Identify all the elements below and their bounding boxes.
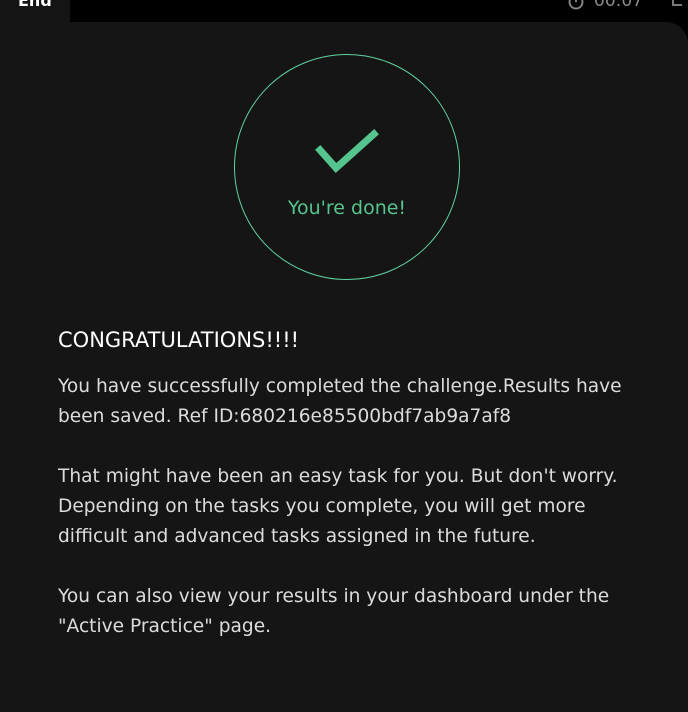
- end-label: End: [18, 0, 52, 10]
- congratulations-heading: CONGRATULATIONS!!!!: [58, 328, 300, 352]
- clock-icon: [568, 0, 584, 10]
- result-paragraph-tasks: That might have been an easy task for yo…: [58, 466, 618, 547]
- top-bar: End 00:07: [0, 0, 688, 22]
- end-tab[interactable]: End: [0, 0, 70, 22]
- result-paragraph-saved: You have successfully completed the chal…: [58, 376, 622, 427]
- timer: 00:07: [568, 0, 643, 11]
- result-paragraph-dashboard: You can also view your results in your d…: [58, 586, 610, 637]
- expand-icon[interactable]: [672, 0, 682, 6]
- timer-value: 00:07: [594, 0, 643, 11]
- checkmark-icon: [315, 129, 379, 173]
- completion-status: You're done!: [287, 197, 407, 219]
- result-message: CONGRATULATIONS!!!! You have successfull…: [58, 326, 648, 642]
